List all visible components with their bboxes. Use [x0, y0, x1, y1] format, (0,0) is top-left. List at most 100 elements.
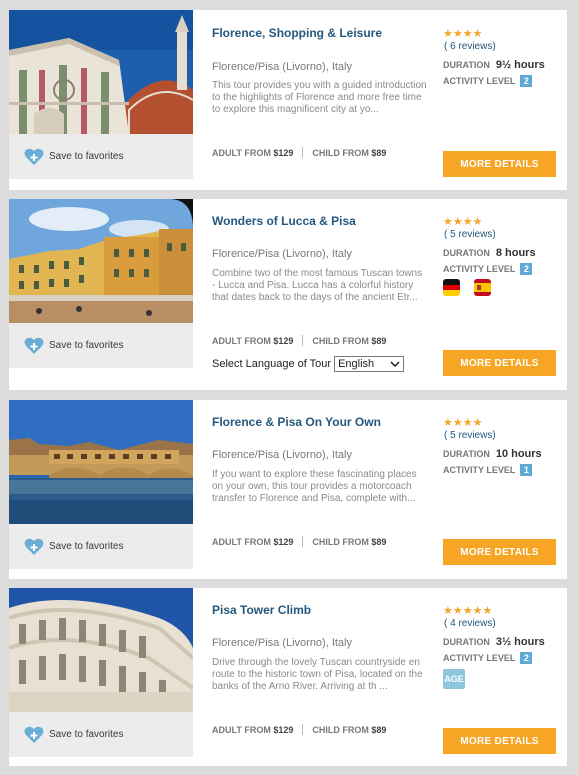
child-price-label: CHILD FROM [312, 147, 369, 158]
more-details-button[interactable]: MORE DETAILS [443, 728, 556, 754]
child-price: $89 [371, 536, 387, 547]
tour-description: Drive through the lovely Tuscan countrys… [212, 657, 423, 692]
tour-image-lucca[interactable] [9, 199, 193, 323]
save-favorites-label: Save to favorites [49, 541, 124, 552]
adult-price-label: ADULT FROM [212, 147, 271, 158]
heart-plus-icon [24, 538, 44, 555]
duration-label: DURATION [443, 60, 490, 70]
age-restriction-badge[interactable]: AGE [443, 669, 465, 689]
save-favorites-button[interactable]: Save to favorites [9, 134, 193, 179]
rating-stars: ★★★★ [443, 28, 483, 40]
tour-image-duomo[interactable] [9, 10, 193, 134]
rating-stars: ★★★★ [443, 417, 483, 429]
save-favorites-button[interactable]: Save to favorites [9, 712, 193, 757]
child-price-label: CHILD FROM [312, 724, 369, 735]
child-price-label: CHILD FROM [312, 536, 369, 547]
activity-level: ACTIVITY LEVEL 2 [443, 652, 533, 664]
adult-price-label: ADULT FROM [212, 536, 271, 547]
tour-card-lucca-pisa: Save to favorites Wonders of Lucca & Pis… [9, 199, 567, 390]
duration-label: DURATION [443, 248, 490, 258]
duration-value: 3½ hours [495, 636, 545, 648]
duration-label: DURATION [443, 637, 490, 647]
activity-level-badge: 2 [520, 75, 533, 87]
price-divider [302, 335, 304, 346]
save-favorites-button[interactable]: Save to favorites [9, 323, 193, 368]
activity-level-label: ACTIVITY LEVEL [443, 264, 516, 274]
tour-location: Florence/Pisa (Livorno), Italy [212, 637, 352, 649]
save-favorites-label: Save to favorites [49, 729, 124, 740]
reviews-link[interactable]: ( 5 reviews) [444, 430, 496, 441]
heart-plus-icon [24, 337, 44, 354]
activity-level-label: ACTIVITY LEVEL [443, 465, 516, 475]
language-select[interactable]: English [334, 356, 405, 372]
tour-title[interactable]: Florence & Pisa On Your Own [212, 415, 381, 429]
price-divider [302, 147, 304, 158]
more-details-button[interactable]: MORE DETAILS [443, 350, 556, 376]
tour-card-florence-shopping: Save to favorites Florence, Shopping & L… [9, 10, 567, 190]
activity-level-label: ACTIVITY LEVEL [443, 653, 516, 663]
duration: DURATION 3½ hours [443, 636, 545, 648]
price-divider [302, 724, 304, 735]
child-price: $89 [371, 335, 387, 346]
adult-price: $129 [273, 724, 294, 735]
activity-level: ACTIVITY LEVEL 2 [443, 263, 533, 275]
tour-description: If you want to explore these fascinating… [212, 469, 417, 504]
more-details-button[interactable]: MORE DETAILS [443, 151, 556, 177]
adult-price: $129 [273, 536, 294, 547]
heart-plus-icon [24, 148, 44, 165]
reviews-link[interactable]: ( 5 reviews) [444, 229, 496, 240]
adult-price-label: ADULT FROM [212, 335, 271, 346]
child-price-label: CHILD FROM [312, 335, 369, 346]
more-details-button[interactable]: MORE DETAILS [443, 539, 556, 565]
spain-flag-icon[interactable] [474, 279, 491, 296]
duration: DURATION 10 hours [443, 448, 542, 460]
duration-value: 10 hours [495, 448, 542, 460]
tour-prices: ADULT FROM $129 CHILD FROM $89 [212, 147, 386, 158]
language-select-value: English [338, 358, 375, 370]
adult-price-label: ADULT FROM [212, 724, 271, 735]
duration: DURATION 8 hours [443, 247, 536, 259]
activity-level-badge: 2 [520, 263, 533, 275]
tour-prices: ADULT FROM $129 CHILD FROM $89 [212, 536, 386, 547]
duration-value: 8 hours [495, 247, 536, 259]
activity-level: ACTIVITY LEVEL 2 [443, 75, 533, 87]
tour-title[interactable]: Pisa Tower Climb [212, 603, 311, 617]
duration-value: 9½ hours [495, 59, 545, 71]
tour-card-pisa-tower: Save to favorites Pisa Tower Climb Flore… [9, 588, 567, 766]
activity-level-badge: 1 [520, 464, 533, 476]
language-label: Select Language of Tour [212, 358, 332, 370]
save-favorites-label: Save to favorites [49, 151, 124, 162]
tour-title[interactable]: Florence, Shopping & Leisure [212, 26, 382, 40]
germany-flag-icon[interactable] [443, 279, 460, 296]
child-price: $89 [371, 724, 387, 735]
activity-level: ACTIVITY LEVEL 1 [443, 464, 533, 476]
duration-label: DURATION [443, 449, 490, 459]
tour-card-florence-pisa-own: Save to favorites Florence & Pisa On You… [9, 400, 567, 579]
tour-title[interactable]: Wonders of Lucca & Pisa [212, 214, 356, 228]
activity-level-badge: 2 [520, 652, 533, 664]
reviews-link[interactable]: ( 4 reviews) [444, 618, 496, 629]
rating-stars: ★★★★★ [443, 605, 493, 617]
tour-prices: ADULT FROM $129 CHILD FROM $89 [212, 724, 386, 735]
reviews-link[interactable]: ( 6 reviews) [444, 41, 496, 52]
heart-plus-icon [24, 726, 44, 743]
tour-description: Combine two of the most famous Tuscan to… [212, 268, 423, 303]
adult-price: $129 [273, 335, 294, 346]
child-price: $89 [371, 147, 387, 158]
save-favorites-label: Save to favorites [49, 340, 124, 351]
tour-location: Florence/Pisa (Livorno), Italy [212, 449, 352, 461]
tour-language-selector: Select Language of Tour English [212, 356, 405, 372]
tour-location: Florence/Pisa (Livorno), Italy [212, 61, 352, 73]
activity-level-label: ACTIVITY LEVEL [443, 76, 516, 86]
chevron-down-icon [390, 361, 400, 367]
price-divider [302, 536, 304, 547]
rating-stars: ★★★★ [443, 216, 483, 228]
save-favorites-button[interactable]: Save to favorites [9, 524, 193, 569]
tour-image-ponte-vecchio[interactable] [9, 400, 193, 524]
tour-image-pisa-tower[interactable] [9, 588, 193, 712]
tour-description: This tour provides you with a guided int… [212, 80, 427, 115]
tour-location: Florence/Pisa (Livorno), Italy [212, 248, 352, 260]
adult-price: $129 [273, 147, 294, 158]
tour-prices: ADULT FROM $129 CHILD FROM $89 [212, 335, 386, 346]
duration: DURATION 9½ hours [443, 59, 545, 71]
